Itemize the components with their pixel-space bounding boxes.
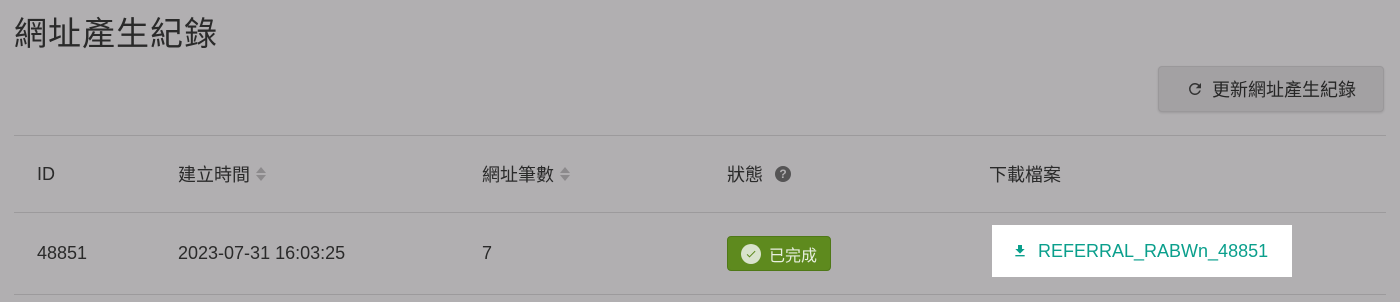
- column-header-url-count-label: 網址筆數: [482, 165, 554, 185]
- row-id: 48851: [37, 242, 88, 263]
- sort-icon[interactable]: [256, 167, 266, 181]
- column-header-id: ID: [37, 160, 55, 188]
- row-bottom-divider: [14, 294, 1386, 295]
- sort-icon[interactable]: [560, 167, 570, 181]
- column-header-id-label: ID: [37, 163, 55, 184]
- check-circle-icon: [740, 243, 761, 264]
- column-header-created-at-label: 建立時間: [178, 165, 250, 185]
- page-title: 網址產生紀錄: [14, 15, 218, 52]
- status-label: 已完成: [768, 247, 817, 265]
- column-header-status-label: 狀態: [727, 165, 763, 185]
- column-header-download-label: 下載檔案: [989, 165, 1061, 185]
- column-header-created-at[interactable]: 建立時間: [178, 160, 266, 188]
- column-header-url-count[interactable]: 網址筆數: [482, 160, 570, 188]
- column-header-download: 下載檔案: [989, 160, 1061, 188]
- table-top-divider: [14, 135, 1386, 136]
- download-cell: REFERRAL_RABWn_48851: [992, 225, 1292, 277]
- header-divider: [14, 212, 1386, 213]
- download-file-link[interactable]: REFERRAL_RABWn_48851: [1012, 241, 1268, 262]
- row-created-at: 2023-07-31 16:03:25: [178, 242, 346, 263]
- download-icon: [1015, 245, 1025, 257]
- refresh-records-label: 更新網址產生紀錄: [1212, 80, 1356, 100]
- status-badge: 已完成: [727, 236, 831, 271]
- refresh-icon: [1189, 83, 1201, 95]
- refresh-records-button[interactable]: 更新網址產生紀錄: [1158, 66, 1384, 112]
- column-header-status: 狀態 ?: [727, 160, 791, 188]
- help-icon[interactable]: ?: [775, 166, 791, 182]
- download-file-name: REFERRAL_RABWn_48851: [1038, 240, 1269, 261]
- row-url-count: 7: [482, 242, 493, 263]
